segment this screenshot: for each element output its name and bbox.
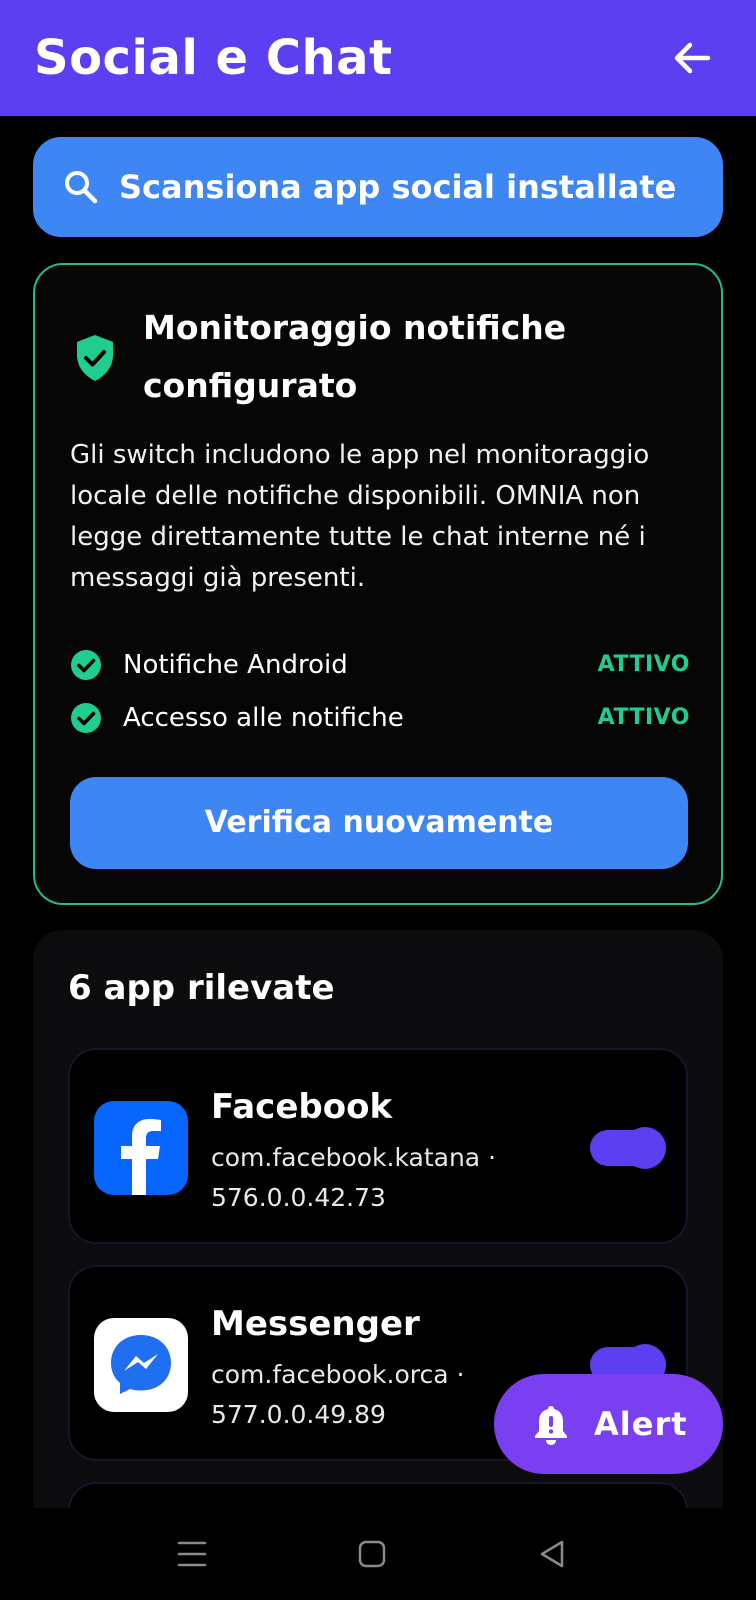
app-monitor-toggle[interactable] (590, 1127, 666, 1169)
check-circle-icon (70, 649, 102, 681)
page-title: Social e Chat (34, 30, 393, 86)
menu-icon[interactable] (172, 1534, 212, 1574)
app-package-version: com.facebook.orca · 577.0.0.49.89 (211, 1360, 465, 1429)
permission-label: Accesso alle notifiche (123, 703, 404, 733)
monitoring-status-card: Monitoraggio notifiche configurato Gli s… (33, 263, 723, 905)
app-name: Facebook (211, 1087, 393, 1127)
search-icon (63, 169, 99, 205)
permission-status-badge: ATTIVO (597, 652, 690, 677)
verify-again-button[interactable]: Verifica nuovamente (70, 777, 688, 869)
app-name: Messenger (211, 1304, 420, 1344)
permission-row-notification-access: Accesso alle notifiche ATTIVO (70, 698, 690, 738)
app-bar: Social e Chat (0, 0, 756, 116)
permission-label: Notifiche Android (123, 650, 348, 680)
bell-icon (532, 1404, 570, 1446)
status-title: Monitoraggio notifiche configurato (143, 308, 567, 405)
alert-fab-button[interactable]: Alert (494, 1374, 723, 1474)
scan-apps-button[interactable]: Scansiona app social installate (33, 137, 723, 237)
back-arrow-icon[interactable] (668, 34, 716, 82)
app-card-facebook[interactable]: Facebook com.facebook.katana · 576.0.0.4… (68, 1048, 688, 1244)
app-package-version: com.facebook.katana · 576.0.0.42.73 (211, 1143, 497, 1212)
status-description: Gli switch includono le app nel monitora… (70, 440, 650, 593)
scan-apps-label: Scansiona app social installate (119, 168, 677, 206)
system-nav-bar (0, 1508, 756, 1600)
shield-check-icon (73, 333, 117, 383)
toggle-knob (624, 1127, 666, 1169)
back-triangle-icon[interactable] (532, 1534, 572, 1574)
home-icon[interactable] (352, 1534, 392, 1574)
permission-status-badge: ATTIVO (597, 705, 690, 730)
messenger-icon (94, 1318, 188, 1412)
permission-row-notifications: Notifiche Android ATTIVO (70, 645, 690, 685)
alert-fab-label: Alert (594, 1405, 688, 1443)
check-circle-icon (70, 702, 102, 734)
apps-count-title: 6 app rilevate (68, 968, 335, 1008)
facebook-icon (94, 1101, 188, 1195)
